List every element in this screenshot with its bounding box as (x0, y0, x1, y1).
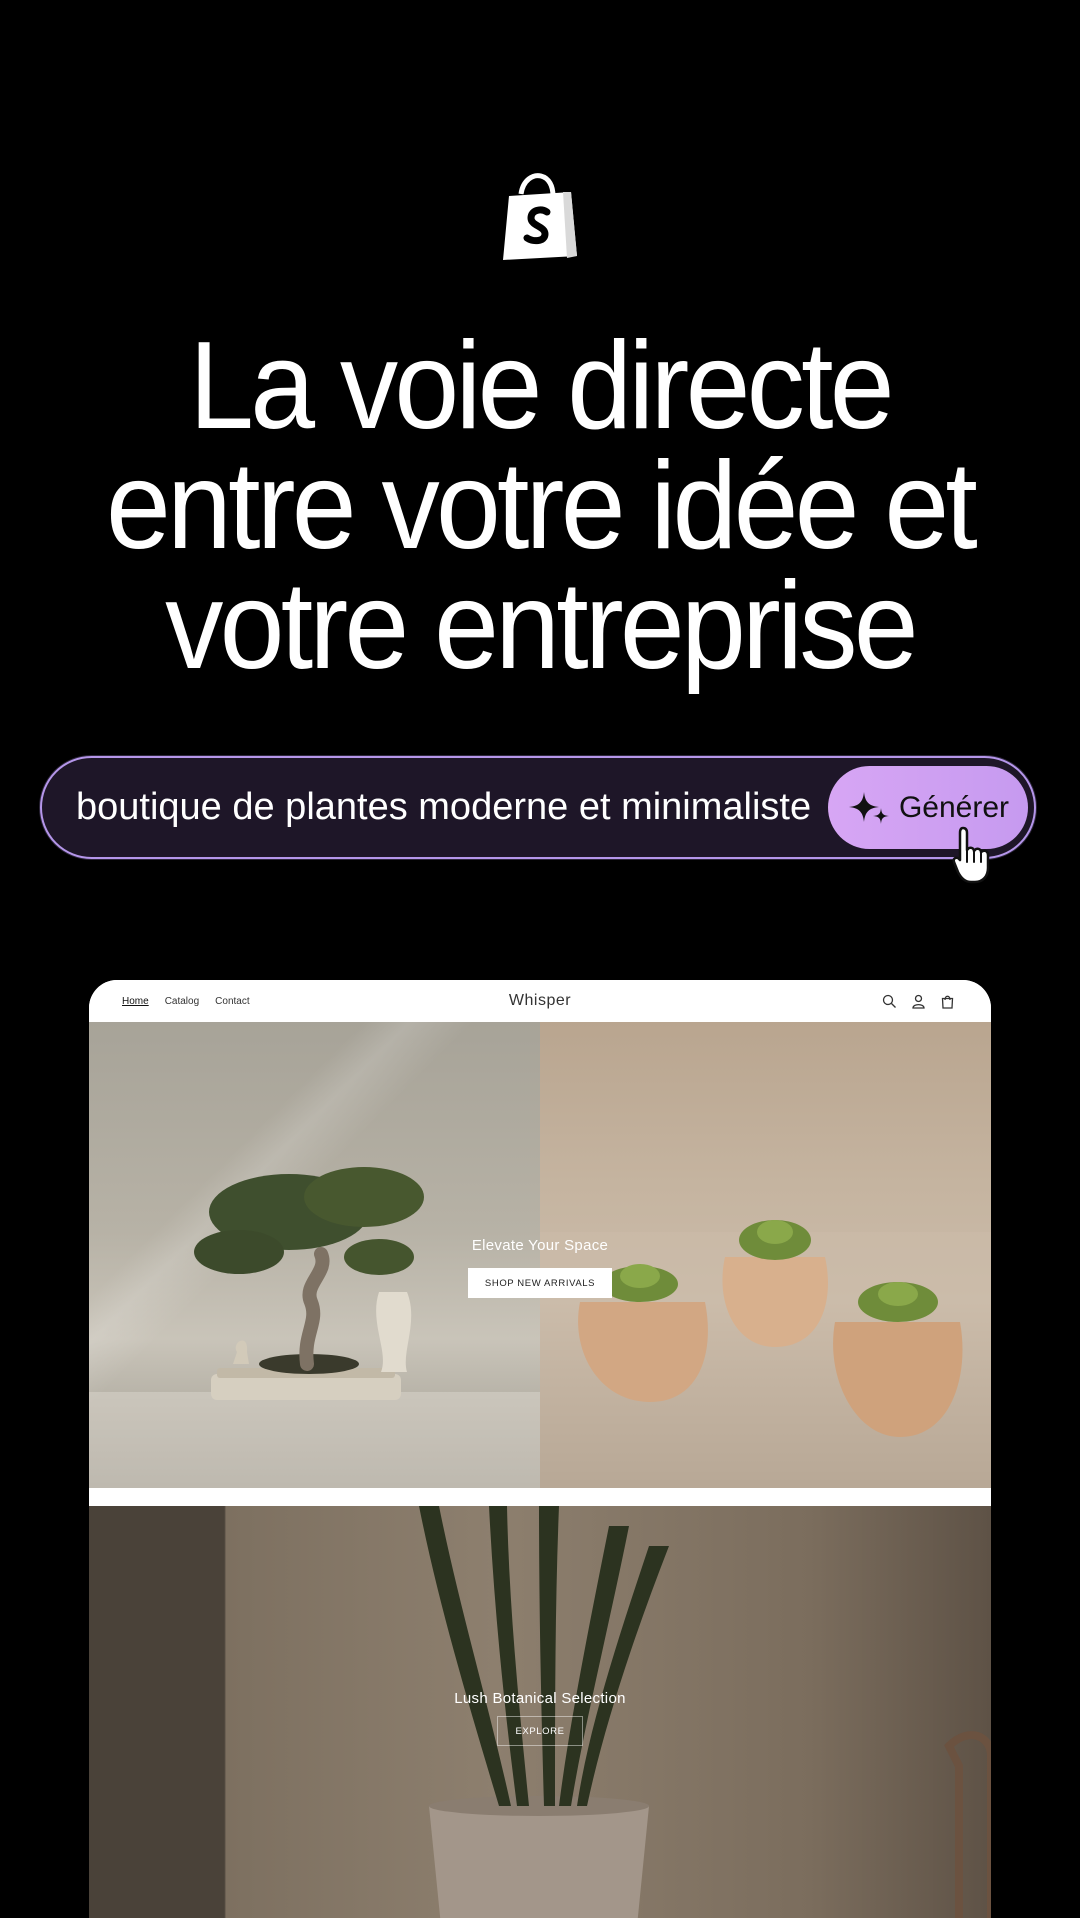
sparkles-icon (848, 791, 889, 824)
succulents-illustration (540, 1220, 991, 1488)
hero-banner: Elevate Your Space SHOP NEW ARRIVALS (89, 1022, 991, 1488)
store-name[interactable]: Whisper (89, 980, 991, 1022)
generate-button-label: Générer (898, 790, 1010, 824)
headline-line-1: La voie directe (189, 317, 894, 455)
bag-icon[interactable] (940, 994, 955, 1009)
page: La voie directe entre votre idée et votr… (0, 0, 1080, 1918)
shop-new-arrivals-button[interactable]: SHOP NEW ARRIVALS (468, 1268, 612, 1298)
search-icon[interactable] (882, 994, 897, 1009)
store-icons (882, 980, 955, 1022)
succulents-image (540, 1022, 991, 1488)
user-icon[interactable] (911, 994, 926, 1009)
bonsai-illustration (89, 1167, 540, 1488)
bonsai-image (89, 1022, 540, 1488)
headline: La voie directe entre votre idée et votr… (32, 317, 1047, 695)
prompt-bar[interactable]: boutique de plantes moderne et minimalis… (40, 756, 1036, 859)
shopify-bag-icon (503, 173, 577, 260)
snake-plant-illustration (419, 1506, 991, 1918)
section-divider (89, 1488, 991, 1506)
botanical-section: Lush Botanical Selection EXPLORE (89, 1506, 991, 1918)
hand-pointer-icon (952, 826, 990, 884)
prompt-input[interactable]: boutique de plantes moderne et minimalis… (76, 758, 811, 857)
headline-line-2: entre votre idée et (105, 437, 978, 575)
botanical-title: Lush Botanical Selection (454, 1690, 626, 1707)
headline-line-3: votre entreprise (165, 557, 918, 695)
store-header: Home Catalog Contact Whisper (89, 980, 991, 1022)
hero-title: Elevate Your Space (471, 1237, 609, 1254)
explore-button[interactable]: EXPLORE (497, 1716, 583, 1746)
store-preview: Home Catalog Contact Whisper Elevate You… (89, 980, 991, 1918)
